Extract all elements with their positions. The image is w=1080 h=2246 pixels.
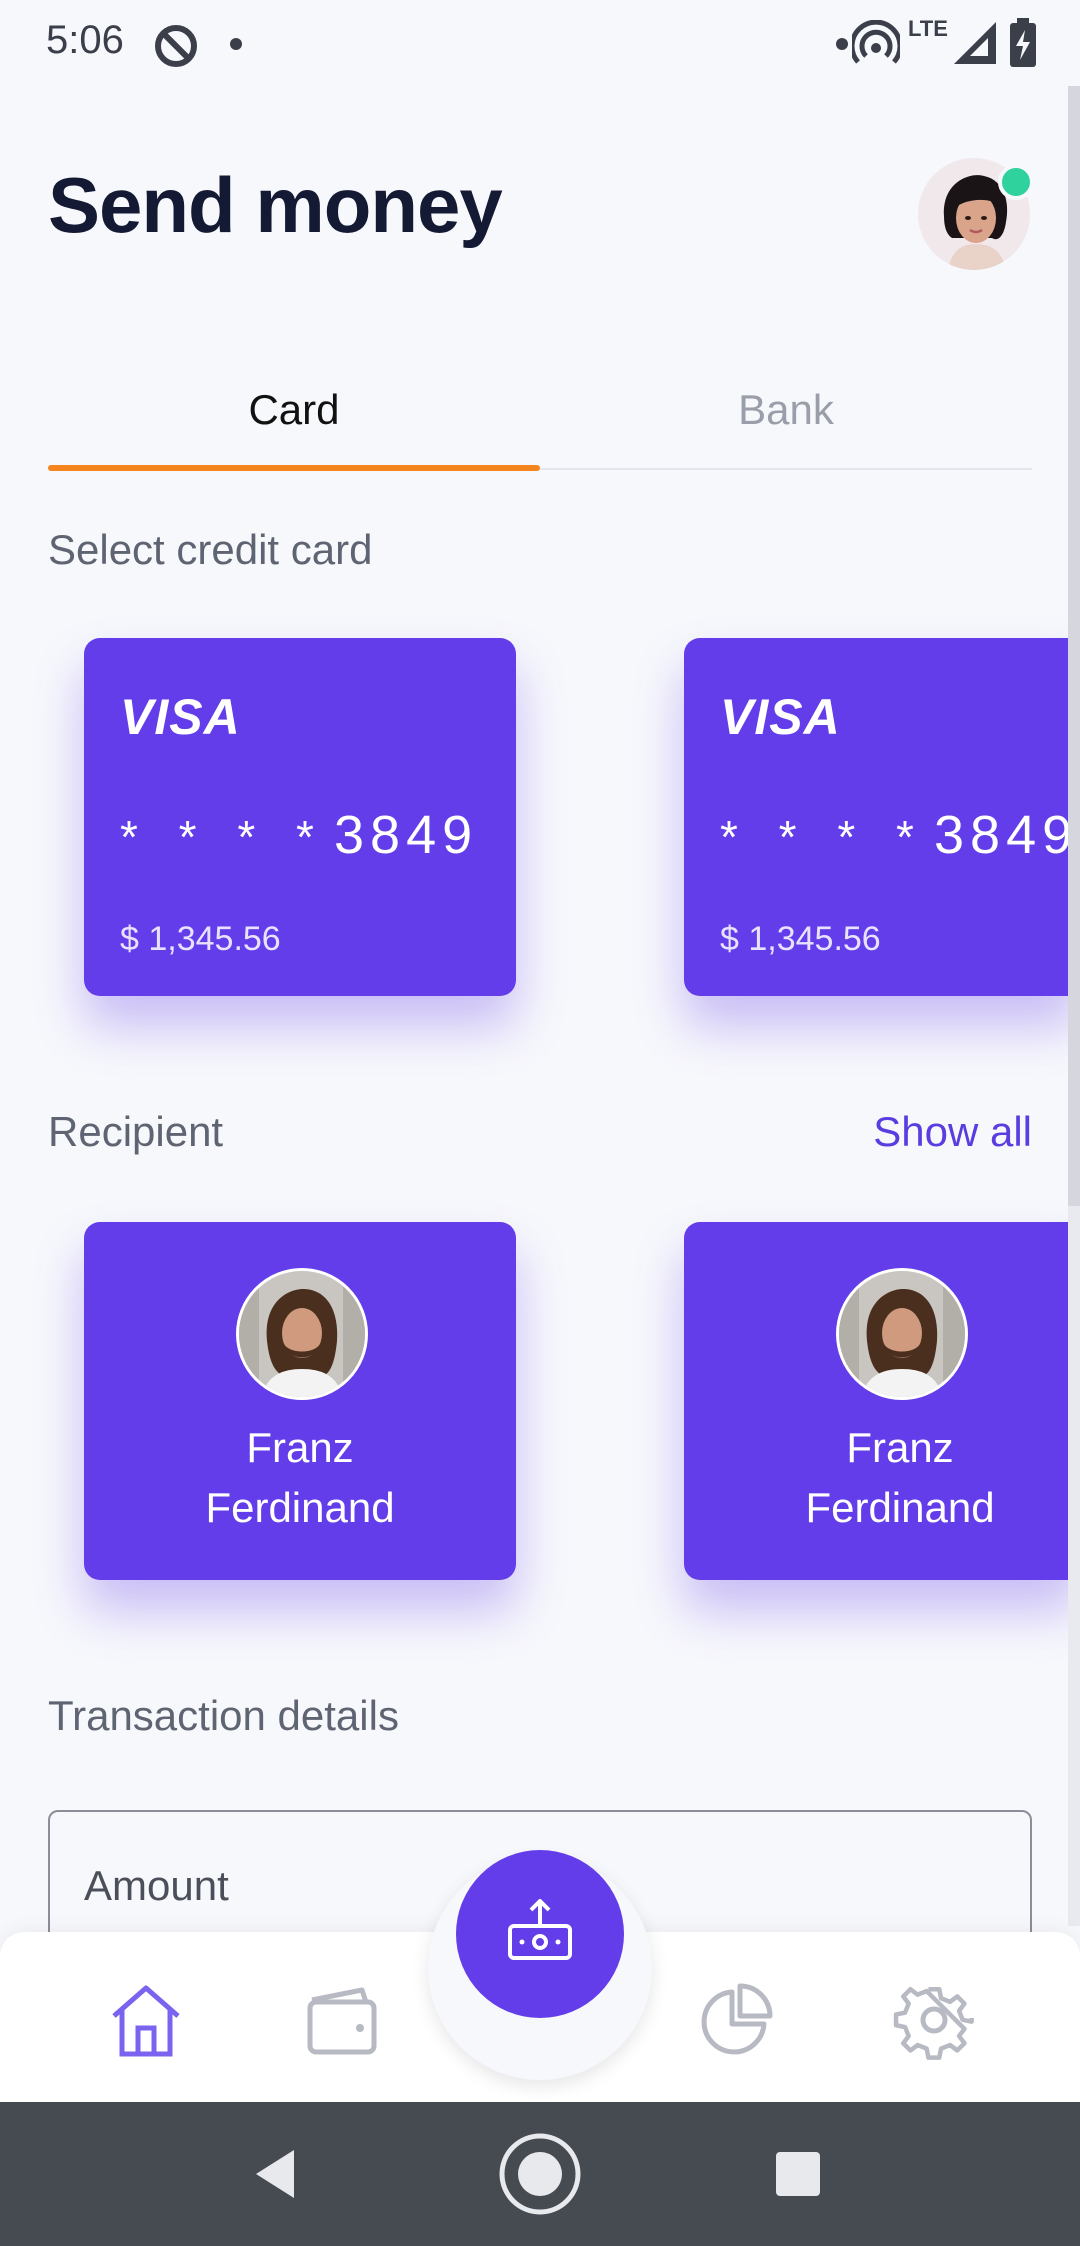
card-balance: $ 1,345.56: [720, 920, 881, 958]
notification-dot-icon: [230, 38, 242, 50]
active-tab-indicator: [48, 465, 540, 471]
recipient-label: Recipient: [48, 1108, 224, 1155]
send-money-icon: [508, 1899, 572, 1960]
home-circle-icon[interactable]: [498, 2132, 582, 2216]
battery-charging-icon: [1010, 18, 1036, 67]
payment-method-tabs: Card Bank: [48, 350, 1032, 471]
select-card-label: Select credit card: [48, 526, 373, 573]
system-navigation-bar: [0, 2102, 1080, 2246]
visa-logo: VISA: [720, 689, 841, 745]
card-masked-digits: * * * *: [120, 811, 328, 863]
credit-card[interactable]: VISA * * * * 3849 $ 1,345.56: [84, 638, 516, 996]
tab-bank[interactable]: Bank: [540, 350, 1032, 470]
recents-icon[interactable]: [774, 2150, 822, 2198]
card-last-four: 3849: [334, 805, 479, 865]
signal-icon: [954, 22, 996, 64]
home-icon[interactable]: [104, 1978, 188, 2062]
online-status-indicator: [998, 164, 1034, 200]
tab-card[interactable]: Card: [48, 350, 540, 470]
card-masked-digits: * * * *: [720, 811, 928, 863]
recipient-card[interactable]: Franz Ferdinand: [84, 1222, 516, 1580]
notification-dot-icon: [836, 38, 848, 50]
pie-chart-icon[interactable]: [694, 1978, 778, 2062]
scrollbar-thumb[interactable]: [1068, 86, 1080, 1206]
card-balance: $ 1,345.56: [120, 920, 281, 958]
status-bar: 5:06 LTE: [0, 0, 1080, 86]
show-all-link[interactable]: Show all: [873, 1108, 1032, 1156]
recipient-name-first: Franz: [846, 1424, 954, 1471]
visa-logo: VISA: [120, 689, 241, 745]
recipient-name-last: Ferdinand: [205, 1484, 395, 1531]
settings-icon[interactable]: [892, 1978, 976, 2062]
credit-card[interactable]: VISA * * * * 3849 $ 1,345.56: [684, 638, 1080, 996]
amount-field-label: Amount: [84, 1862, 229, 1909]
recipient-name-first: Franz: [246, 1424, 354, 1471]
recipient-avatar: [836, 1268, 968, 1400]
card-last-four: 3849: [934, 805, 1079, 865]
hotspot-icon: [852, 20, 900, 64]
recipient-card[interactable]: Franz Ferdinand: [684, 1222, 1080, 1580]
network-type: LTE: [908, 16, 948, 41]
back-icon[interactable]: [250, 2146, 300, 2202]
send-money-button[interactable]: [456, 1850, 624, 2018]
wallet-icon[interactable]: [300, 1978, 384, 2062]
page-title: Send money: [48, 161, 503, 249]
transaction-details-label: Transaction details: [48, 1692, 399, 1739]
do-not-disturb-icon: [155, 25, 197, 67]
status-time: 5:06: [46, 18, 124, 62]
recipient-name-last: Ferdinand: [805, 1484, 995, 1531]
recipient-avatar: [236, 1268, 368, 1400]
